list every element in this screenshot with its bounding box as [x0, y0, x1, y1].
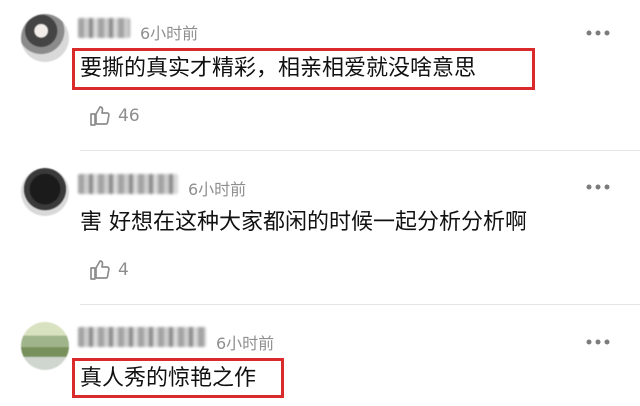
more-options-button[interactable]: [585, 338, 611, 346]
avatar[interactable]: [21, 14, 69, 62]
more-options-button[interactable]: [585, 29, 611, 37]
comment-divider: [80, 304, 640, 305]
thumbs-up-icon: [90, 106, 110, 126]
like-count: 4: [118, 260, 129, 280]
avatar[interactable]: [21, 322, 69, 370]
avatar[interactable]: [21, 168, 69, 216]
blurred-username[interactable]: [78, 18, 130, 38]
comment-text: 害 好想在这种大家都闲的时候一起分析分析啊: [80, 210, 527, 235]
like-button[interactable]: 46: [88, 104, 140, 128]
blurred-username[interactable]: [78, 327, 206, 347]
comment-time: 6小时前: [140, 24, 199, 43]
comment-text: 要撕的真实才精彩，相亲相爱就没啥意思: [80, 56, 477, 81]
more-dots-icon: [586, 339, 610, 345]
comment-time: 6小时前: [216, 334, 275, 353]
like-count: 46: [118, 106, 140, 126]
comment-time: 6小时前: [188, 180, 247, 199]
comment-divider: [80, 150, 640, 151]
like-button[interactable]: 4: [88, 258, 129, 282]
more-dots-icon: [586, 184, 610, 190]
thumbs-up-icon: [90, 260, 110, 280]
comment-text: 真人秀的惊艳之作: [80, 366, 257, 391]
more-dots-icon: [586, 30, 610, 36]
blurred-username[interactable]: [78, 174, 178, 194]
more-options-button[interactable]: [585, 183, 611, 191]
